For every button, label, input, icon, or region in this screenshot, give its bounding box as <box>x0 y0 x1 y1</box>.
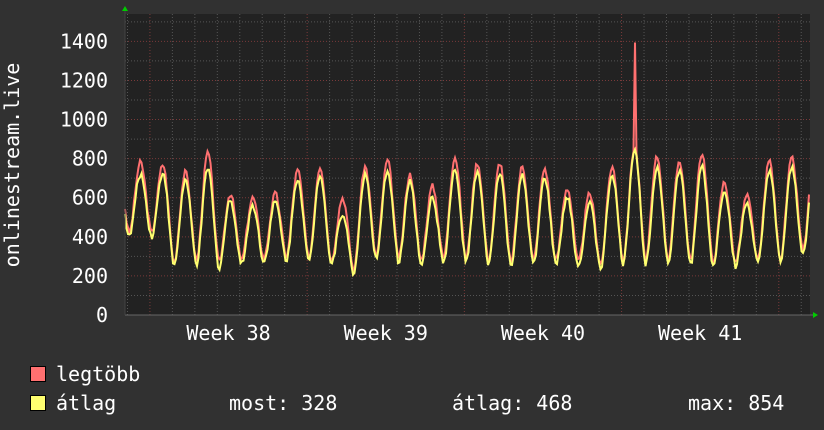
x-axis-arrow-icon <box>813 312 818 318</box>
legend-swatch-max <box>30 366 46 382</box>
y-tick-label: 0 <box>96 303 108 327</box>
y-tick-label: 600 <box>72 186 108 210</box>
y-axis-arrow-icon <box>122 6 128 11</box>
legend-swatch-avg <box>30 395 46 411</box>
y-axis-label: onlinestream.live <box>0 63 24 268</box>
y-tick-label: 1000 <box>60 108 108 132</box>
stat-max: max: 854 <box>688 391 785 415</box>
legend-item-avg: átlag <box>30 391 116 415</box>
y-tick-label: 800 <box>72 147 108 171</box>
y-tick-label: 400 <box>72 225 108 249</box>
x-tick-label: Week 41 <box>658 321 742 345</box>
legend-label-max: legtöbb <box>56 362 141 386</box>
x-tick-label: Week 40 <box>501 321 585 345</box>
y-tick-label: 1400 <box>60 29 108 53</box>
legend-label-avg: átlag <box>56 391 117 415</box>
plot-area <box>125 14 810 315</box>
y-tick-label: 200 <box>72 264 108 288</box>
stat-avg: átlag: 468 <box>452 391 573 415</box>
stat-now: most: 328 <box>229 391 338 415</box>
legend-item-max: legtöbb <box>30 362 140 386</box>
x-tick-label: Week 38 <box>186 321 270 345</box>
x-tick-label: Week 39 <box>344 321 428 345</box>
y-tick-label: 1200 <box>60 68 108 92</box>
